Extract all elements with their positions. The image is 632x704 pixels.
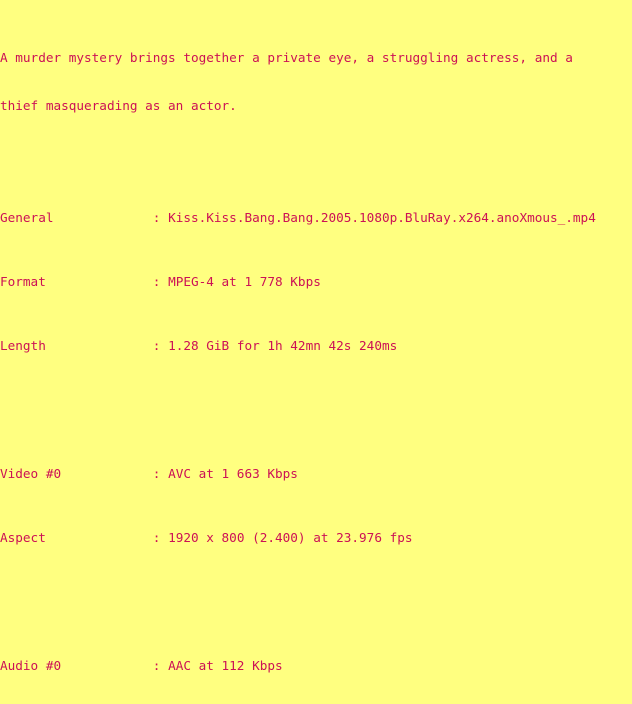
synopsis-line-1: A murder mystery brings together a priva…	[0, 50, 573, 65]
mediainfo-value-video: AVC at 1 663 Kbps	[168, 466, 298, 481]
mediainfo-row-length: Length : 1.28 GiB for 1h 42mn 42s 240ms	[0, 338, 632, 354]
mediainfo-label-format: Format	[0, 274, 46, 289]
pad-audio	[61, 658, 153, 673]
pad-format	[46, 274, 153, 289]
mediainfo-value-format: MPEG-4 at 1 778 Kbps	[168, 274, 321, 289]
pad-aspect	[46, 530, 153, 545]
synopsis-line-2: thief masquerading as an actor.	[0, 98, 237, 113]
mediainfo-label-video: Video #0	[0, 466, 62, 481]
nfo-text-document: A murder mystery brings together a priva…	[0, 0, 632, 704]
mediainfo-label-general: General	[0, 210, 54, 225]
mediainfo-label-length: Length	[0, 338, 46, 353]
mediainfo-row-aspect: Aspect : 1920 x 800 (2.400) at 23.976 fp…	[0, 530, 632, 546]
mediainfo-row-general: General : Kiss.Kiss.Bang.Bang.2005.1080p…	[0, 210, 632, 226]
mediainfo-value-length: 1.28 GiB for 1h 42mn 42s 240ms	[168, 338, 398, 353]
mediainfo-row-format: Format : MPEG-4 at 1 778 Kbps	[0, 274, 632, 290]
pad-general	[53, 210, 152, 225]
pad-length	[46, 338, 153, 353]
mediainfo-value-aspect: 1920 x 800 (2.400) at 23.976 fps	[168, 530, 413, 545]
mediainfo-label-aspect: Aspect	[0, 530, 46, 545]
pad-video	[61, 466, 153, 481]
mediainfo-label-audio: Audio #0	[0, 658, 62, 673]
mediainfo-row-video: Video #0 : AVC at 1 663 Kbps	[0, 466, 632, 482]
mediainfo-value-general: Kiss.Kiss.Bang.Bang.2005.1080p.BluRay.x2…	[168, 210, 596, 225]
mediainfo-value-audio: AAC at 112 Kbps	[168, 658, 283, 673]
mediainfo-row-audio: Audio #0 : AAC at 112 Kbps	[0, 658, 632, 674]
